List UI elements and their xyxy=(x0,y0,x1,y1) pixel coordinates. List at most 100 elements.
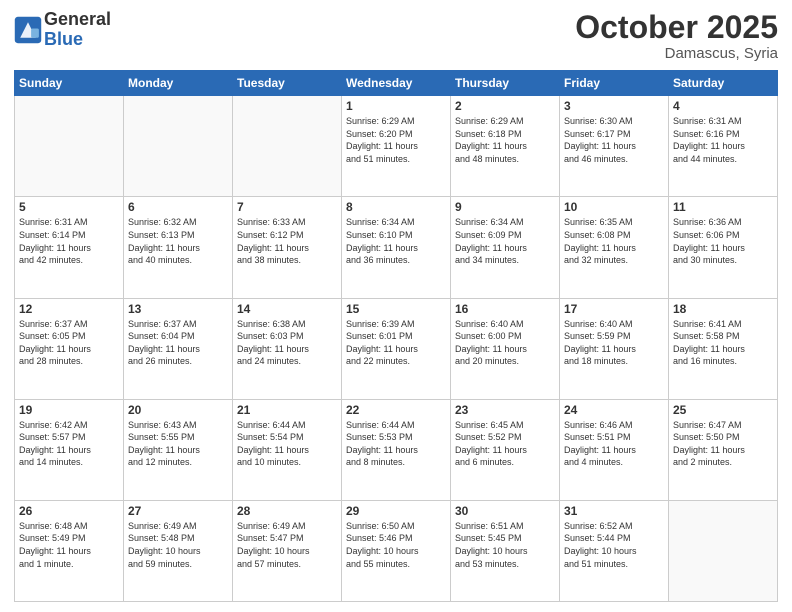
day-number: 18 xyxy=(673,302,773,316)
calendar-cell: 24 Sunrise: 6:46 AM Sunset: 5:51 PM Dayli… xyxy=(560,399,669,500)
day-number: 16 xyxy=(455,302,555,316)
weekday-header-friday: Friday xyxy=(560,71,669,96)
weekday-header-thursday: Thursday xyxy=(451,71,560,96)
calendar-cell: 27 Sunrise: 6:49 AM Sunset: 5:48 PM Dayli… xyxy=(124,500,233,601)
day-info: Sunrise: 6:30 AM Sunset: 6:17 PM Dayligh… xyxy=(564,115,664,165)
day-number: 17 xyxy=(564,302,664,316)
calendar-cell: 1 Sunrise: 6:29 AM Sunset: 6:20 PM Daylig… xyxy=(342,96,451,197)
weekday-header-monday: Monday xyxy=(124,71,233,96)
day-number: 11 xyxy=(673,200,773,214)
day-info: Sunrise: 6:34 AM Sunset: 6:09 PM Dayligh… xyxy=(455,216,555,266)
calendar: SundayMondayTuesdayWednesdayThursdayFrid… xyxy=(14,70,778,602)
day-info: Sunrise: 6:41 AM Sunset: 5:58 PM Dayligh… xyxy=(673,318,773,368)
page: General Blue October 2025 Damascus, Syri… xyxy=(0,0,792,612)
day-info: Sunrise: 6:43 AM Sunset: 5:55 PM Dayligh… xyxy=(128,419,228,469)
calendar-cell: 17 Sunrise: 6:40 AM Sunset: 5:59 PM Dayli… xyxy=(560,298,669,399)
day-number: 21 xyxy=(237,403,337,417)
day-info: Sunrise: 6:47 AM Sunset: 5:50 PM Dayligh… xyxy=(673,419,773,469)
day-number: 26 xyxy=(19,504,119,518)
day-number: 29 xyxy=(346,504,446,518)
logo-blue: Blue xyxy=(44,30,111,50)
weekday-header-saturday: Saturday xyxy=(669,71,778,96)
calendar-cell: 21 Sunrise: 6:44 AM Sunset: 5:54 PM Dayli… xyxy=(233,399,342,500)
day-number: 27 xyxy=(128,504,228,518)
day-info: Sunrise: 6:37 AM Sunset: 6:04 PM Dayligh… xyxy=(128,318,228,368)
day-number: 28 xyxy=(237,504,337,518)
day-info: Sunrise: 6:31 AM Sunset: 6:14 PM Dayligh… xyxy=(19,216,119,266)
calendar-cell: 29 Sunrise: 6:50 AM Sunset: 5:46 PM Dayli… xyxy=(342,500,451,601)
calendar-cell: 23Sunrise: 6:45 AM Sunset: 5:52 PM Dayli… xyxy=(451,399,560,500)
day-info: Sunrise: 6:35 AM Sunset: 6:08 PM Dayligh… xyxy=(564,216,664,266)
day-number: 13 xyxy=(128,302,228,316)
day-number: 10 xyxy=(564,200,664,214)
logo-icon xyxy=(14,16,42,44)
week-row-5: 26 Sunrise: 6:48 AM Sunset: 5:49 PM Dayli… xyxy=(15,500,778,601)
calendar-cell xyxy=(233,96,342,197)
calendar-cell: 12 Sunrise: 6:37 AM Sunset: 6:05 PM Dayli… xyxy=(15,298,124,399)
day-number: 14 xyxy=(237,302,337,316)
day-info: Sunrise: 6:52 AM Sunset: 5:44 PM Dayligh… xyxy=(564,520,664,570)
day-number: 1 xyxy=(346,99,446,113)
day-number: 3 xyxy=(564,99,664,113)
weekday-header-row: SundayMondayTuesdayWednesdayThursdayFrid… xyxy=(15,71,778,96)
day-number: 15 xyxy=(346,302,446,316)
day-info: Sunrise: 6:32 AM Sunset: 6:13 PM Dayligh… xyxy=(128,216,228,266)
day-info: Sunrise: 6:29 AM Sunset: 6:20 PM Dayligh… xyxy=(346,115,446,165)
calendar-cell: 16 Sunrise: 6:40 AM Sunset: 6:00 PM Dayli… xyxy=(451,298,560,399)
header: General Blue October 2025 Damascus, Syri… xyxy=(14,10,778,62)
calendar-cell: 19 Sunrise: 6:42 AM Sunset: 5:57 PM Dayli… xyxy=(15,399,124,500)
month-title: October 2025 xyxy=(575,10,778,45)
calendar-cell: 15 Sunrise: 6:39 AM Sunset: 6:01 PM Dayli… xyxy=(342,298,451,399)
day-info: Sunrise: 6:36 AM Sunset: 6:06 PM Dayligh… xyxy=(673,216,773,266)
calendar-cell xyxy=(124,96,233,197)
calendar-cell: 20Sunrise: 6:43 AM Sunset: 5:55 PM Dayli… xyxy=(124,399,233,500)
day-info: Sunrise: 6:44 AM Sunset: 5:54 PM Dayligh… xyxy=(237,419,337,469)
day-info: Sunrise: 6:46 AM Sunset: 5:51 PM Dayligh… xyxy=(564,419,664,469)
calendar-cell: 25 Sunrise: 6:47 AM Sunset: 5:50 PM Dayli… xyxy=(669,399,778,500)
day-number: 23 xyxy=(455,403,555,417)
weekday-header-sunday: Sunday xyxy=(15,71,124,96)
day-number: 19 xyxy=(19,403,119,417)
calendar-cell: 28Sunrise: 6:49 AM Sunset: 5:47 PM Dayli… xyxy=(233,500,342,601)
day-info: Sunrise: 6:34 AM Sunset: 6:10 PM Dayligh… xyxy=(346,216,446,266)
calendar-cell: 5 Sunrise: 6:31 AM Sunset: 6:14 PM Daylig… xyxy=(15,197,124,298)
calendar-cell: 30 Sunrise: 6:51 AM Sunset: 5:45 PM Dayli… xyxy=(451,500,560,601)
calendar-cell: 7 Sunrise: 6:33 AM Sunset: 6:12 PM Daylig… xyxy=(233,197,342,298)
day-number: 22 xyxy=(346,403,446,417)
day-info: Sunrise: 6:37 AM Sunset: 6:05 PM Dayligh… xyxy=(19,318,119,368)
calendar-cell: 22 Sunrise: 6:44 AM Sunset: 5:53 PM Dayli… xyxy=(342,399,451,500)
day-info: Sunrise: 6:31 AM Sunset: 6:16 PM Dayligh… xyxy=(673,115,773,165)
calendar-cell: 11 Sunrise: 6:36 AM Sunset: 6:06 PM Dayli… xyxy=(669,197,778,298)
day-number: 12 xyxy=(19,302,119,316)
week-row-4: 19 Sunrise: 6:42 AM Sunset: 5:57 PM Dayli… xyxy=(15,399,778,500)
calendar-cell: 6Sunrise: 6:32 AM Sunset: 6:13 PM Daylig… xyxy=(124,197,233,298)
day-number: 7 xyxy=(237,200,337,214)
day-number: 2 xyxy=(455,99,555,113)
day-info: Sunrise: 6:49 AM Sunset: 5:48 PM Dayligh… xyxy=(128,520,228,570)
weekday-header-wednesday: Wednesday xyxy=(342,71,451,96)
day-info: Sunrise: 6:51 AM Sunset: 5:45 PM Dayligh… xyxy=(455,520,555,570)
calendar-cell: 9Sunrise: 6:34 AM Sunset: 6:09 PM Daylig… xyxy=(451,197,560,298)
week-row-3: 12 Sunrise: 6:37 AM Sunset: 6:05 PM Dayli… xyxy=(15,298,778,399)
day-info: Sunrise: 6:38 AM Sunset: 6:03 PM Dayligh… xyxy=(237,318,337,368)
day-info: Sunrise: 6:39 AM Sunset: 6:01 PM Dayligh… xyxy=(346,318,446,368)
calendar-cell: 8Sunrise: 6:34 AM Sunset: 6:10 PM Daylig… xyxy=(342,197,451,298)
weekday-header-tuesday: Tuesday xyxy=(233,71,342,96)
day-number: 30 xyxy=(455,504,555,518)
calendar-cell: 10 Sunrise: 6:35 AM Sunset: 6:08 PM Dayli… xyxy=(560,197,669,298)
day-number: 24 xyxy=(564,403,664,417)
day-info: Sunrise: 6:48 AM Sunset: 5:49 PM Dayligh… xyxy=(19,520,119,570)
day-info: Sunrise: 6:50 AM Sunset: 5:46 PM Dayligh… xyxy=(346,520,446,570)
day-info: Sunrise: 6:33 AM Sunset: 6:12 PM Dayligh… xyxy=(237,216,337,266)
day-info: Sunrise: 6:44 AM Sunset: 5:53 PM Dayligh… xyxy=(346,419,446,469)
day-info: Sunrise: 6:42 AM Sunset: 5:57 PM Dayligh… xyxy=(19,419,119,469)
day-info: Sunrise: 6:40 AM Sunset: 5:59 PM Dayligh… xyxy=(564,318,664,368)
day-info: Sunrise: 6:40 AM Sunset: 6:00 PM Dayligh… xyxy=(455,318,555,368)
day-number: 5 xyxy=(19,200,119,214)
calendar-cell xyxy=(669,500,778,601)
calendar-cell: 26 Sunrise: 6:48 AM Sunset: 5:49 PM Dayli… xyxy=(15,500,124,601)
day-number: 4 xyxy=(673,99,773,113)
day-number: 25 xyxy=(673,403,773,417)
calendar-cell: 3 Sunrise: 6:30 AM Sunset: 6:17 PM Daylig… xyxy=(560,96,669,197)
calendar-cell: 14 Sunrise: 6:38 AM Sunset: 6:03 PM Dayli… xyxy=(233,298,342,399)
